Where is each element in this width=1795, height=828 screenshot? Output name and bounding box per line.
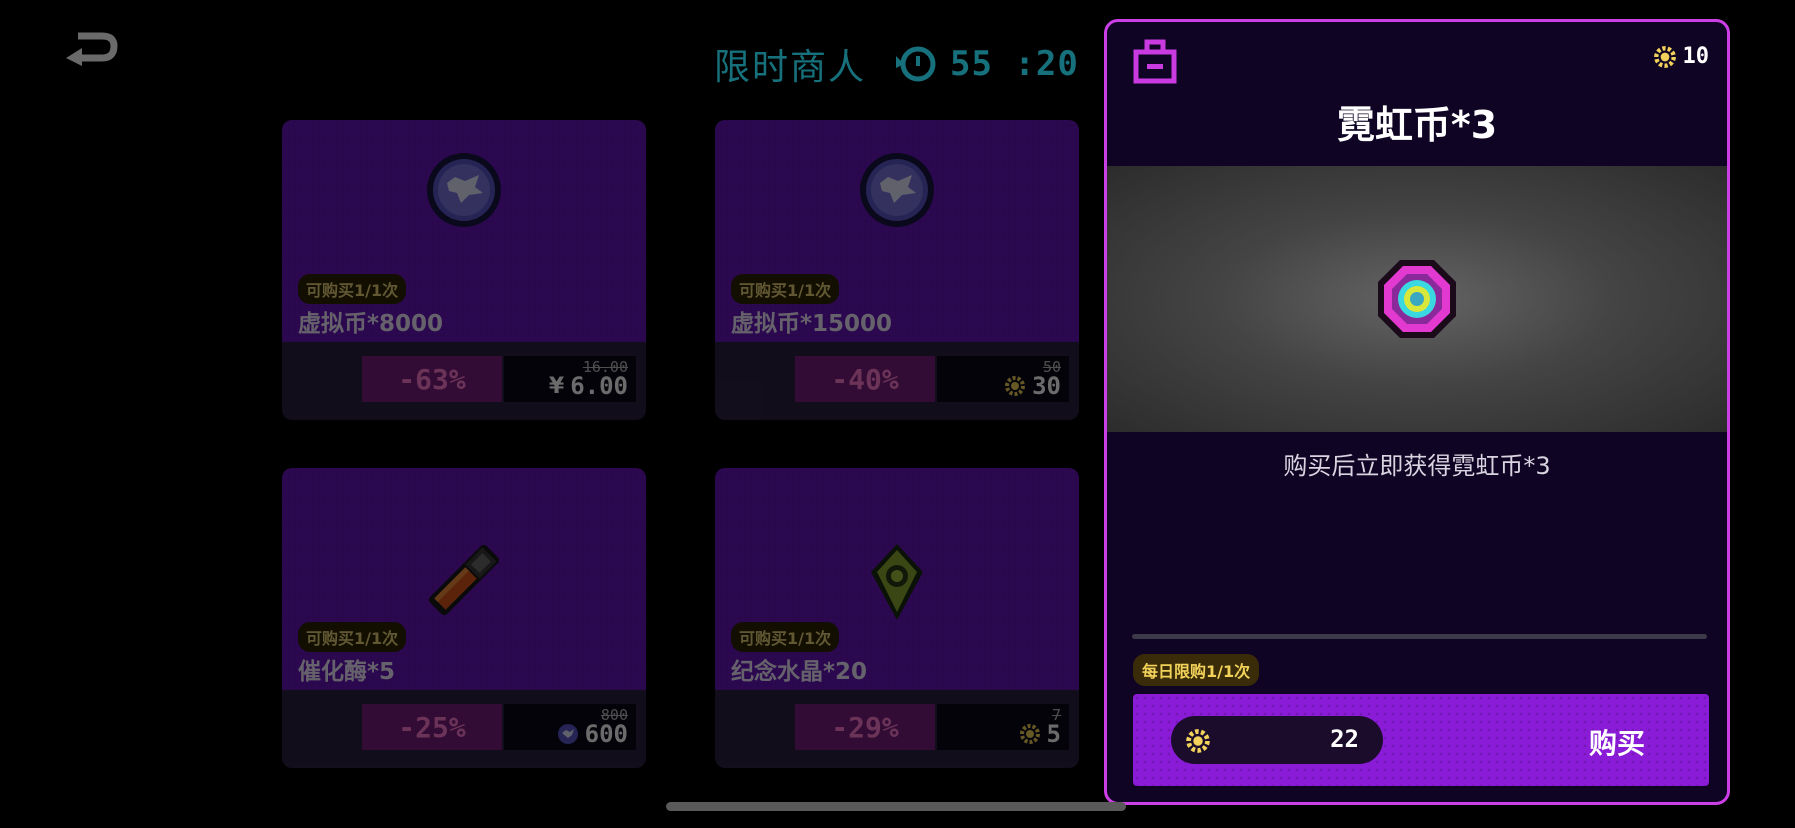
item-name: 催化酶*5: [298, 659, 396, 685]
sale-price-value: 5: [1046, 720, 1061, 748]
buy-button[interactable]: 22 购买: [1133, 694, 1709, 786]
discount-label: -63%: [362, 356, 502, 402]
back-button[interactable]: [62, 26, 122, 66]
home-indicator[interactable]: [666, 802, 1126, 811]
virtual-coin-small-icon: [557, 724, 578, 744]
price-box: 16.00 ¥ 6.00: [504, 356, 636, 402]
catalyst-capsule-icon: [414, 530, 514, 634]
neon-gear-coin-icon: [1653, 45, 1676, 68]
item-title: 霓虹币*3: [1336, 103, 1498, 147]
shop-item-card[interactable]: 可购买1/1次 催化酶*5 -25% 800 600: [282, 468, 646, 768]
item-detail-panel: 10 霓虹币*3 购买后立即获得霓虹币*3 每日限购1/1次 22 购买: [1104, 19, 1730, 805]
item-name: 虚拟币*15000: [731, 311, 893, 337]
neon-gear-coin-icon: [1019, 724, 1040, 744]
page-title: 限时商人: [714, 47, 867, 88]
sale-price: 30: [1004, 372, 1061, 400]
item-name: 虚拟币*8000: [298, 311, 444, 337]
shop-item-card[interactable]: 可购买1/1次 纪念水晶*20 -29% 7 5: [715, 468, 1079, 768]
neon-gear-coin-icon: [1005, 376, 1026, 396]
countdown-timer: 55 :20: [950, 44, 1079, 84]
wallet-amount: 10: [1682, 44, 1710, 69]
price-box: 800 600: [504, 704, 636, 750]
memorial-crystal-icon: [867, 542, 927, 626]
wallet-balance: 10: [1653, 44, 1710, 69]
discount-label: -40%: [795, 356, 935, 402]
divider: [1132, 634, 1707, 639]
sale-price-value: 30: [1032, 372, 1061, 400]
shop-item-card[interactable]: 可购买1/1次 虚拟币*8000 -63% 16.00 ¥ 6.00: [282, 120, 646, 420]
price-box: 50 30: [937, 356, 1069, 402]
sale-price-value: 600: [584, 720, 628, 748]
discount-label: -29%: [795, 704, 935, 750]
sale-price: ¥ 6.00: [549, 372, 628, 400]
back-arrow-icon: [66, 32, 118, 66]
buy-label: 购买: [1588, 727, 1645, 760]
price-pill: 22: [1171, 716, 1383, 764]
purchase-limit-badge: 可购买1/1次: [731, 622, 840, 652]
neon-coin-icon: [1378, 260, 1456, 338]
buy-price: 22: [1330, 725, 1359, 753]
discount-label: -25%: [362, 704, 502, 750]
clock-icon: [896, 46, 936, 82]
sale-price: 5: [1019, 720, 1061, 748]
purchase-limit-badge: 可购买1/1次: [298, 622, 407, 652]
price-box: 7 5: [937, 704, 1069, 750]
item-description: 购买后立即获得霓虹币*3: [1283, 452, 1551, 480]
sale-price-value: 6.00: [570, 372, 628, 400]
virtual-coin-icon: [425, 151, 503, 233]
neon-gear-coin-icon: [1186, 729, 1210, 753]
shop-item-card[interactable]: 可购买1/1次 虚拟币*15000 -40% 50 30: [715, 120, 1079, 420]
yuan-symbol: ¥: [548, 373, 565, 399]
shopping-bag-icon: [1133, 39, 1177, 84]
daily-limit-badge: 每日限购1/1次: [1133, 654, 1260, 686]
item-preview: [1107, 166, 1727, 432]
purchase-limit-badge: 可购买1/1次: [731, 274, 840, 304]
virtual-coin-icon: [858, 151, 936, 233]
purchase-limit-badge: 可购买1/1次: [298, 274, 407, 304]
sale-price: 600: [557, 720, 628, 748]
shop-header: 限时商人 55 :20: [714, 40, 1079, 88]
item-name: 纪念水晶*20: [731, 659, 868, 685]
